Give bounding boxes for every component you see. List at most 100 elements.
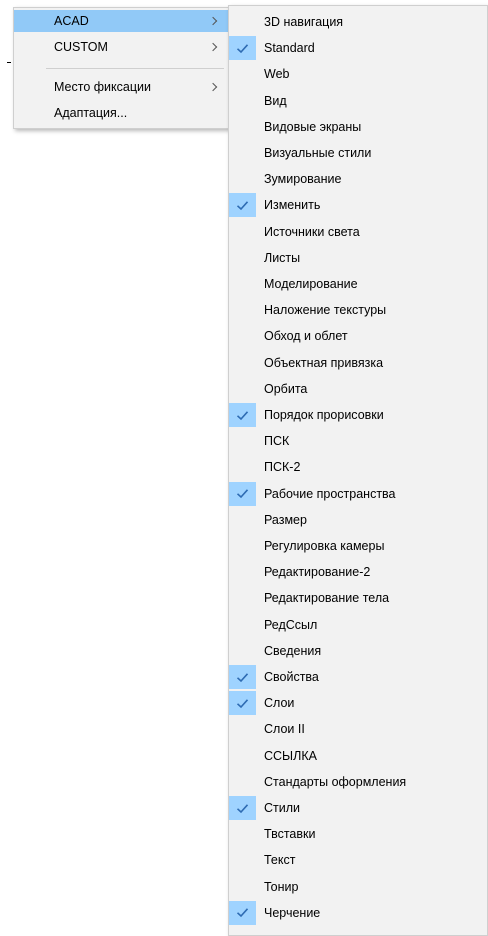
toolbar-toggle-item[interactable]: Обход и облет (229, 323, 487, 349)
check-column (229, 744, 256, 768)
menu-item-dock-location[interactable]: Место фиксации (14, 76, 228, 98)
check-column (229, 770, 256, 794)
check-column (229, 62, 256, 86)
toolbar-toggle-item[interactable]: Редактирование-2 (229, 559, 487, 585)
toolbar-toggle-item[interactable]: Редактирование тела (229, 585, 487, 611)
check-column (229, 10, 256, 34)
check-column (229, 272, 256, 296)
toolbar-toggle-item[interactable]: Стандарты оформления (229, 769, 487, 795)
toolbar-toggle-item[interactable]: Видовые экраны (229, 114, 487, 140)
toolbar-toggle-item[interactable]: Моделирование (229, 271, 487, 297)
check-column (229, 89, 256, 113)
toolbar-toggle-label: Источники света (264, 224, 360, 239)
check-column (229, 377, 256, 401)
check-column (229, 429, 256, 453)
toolbar-toggle-label: Черчение (264, 905, 321, 920)
toolbar-toggle-item[interactable]: Web (229, 61, 487, 87)
toolbar-toggle-label: РедСсыл (264, 617, 318, 632)
check-column (229, 875, 256, 899)
toolbar-toggle-label: Сведения (264, 643, 322, 658)
toolbar-toggle-item[interactable]: Орбита (229, 376, 487, 402)
toolbar-toggle-item[interactable]: Рабочие пространства (229, 481, 487, 507)
check-column (229, 481, 256, 506)
toolbar-toggle-label: Свойства (264, 670, 319, 684)
check-column (229, 613, 256, 637)
menu-item-custom[interactable]: CUSTOM (14, 36, 228, 58)
toolbar-toggle-label: Зумирование (264, 172, 342, 187)
toolbar-toggle-label: Standard (264, 41, 315, 56)
toolbar-toggle-label: Моделирование (264, 277, 358, 291)
check-column (229, 403, 256, 427)
toolbar-toggle-item[interactable]: 3D навигация (229, 9, 487, 35)
toolbar-toggle-label: Визуальные стили (264, 146, 372, 160)
check-column (229, 691, 256, 716)
check-column (229, 900, 256, 925)
toolbar-toggle-item[interactable]: Сведения (229, 638, 487, 664)
check-column (229, 141, 256, 165)
menu-item-customize[interactable]: Адаптация... (14, 102, 228, 124)
toolbar-toggle-item[interactable]: ПСК (229, 428, 487, 454)
menu-item-label: ACAD (54, 14, 89, 28)
toolbar-toggle-item[interactable]: Standard (229, 35, 487, 61)
toolbar-toggle-label: Регулировка камеры (264, 539, 385, 553)
checkmark-icon (236, 672, 249, 682)
toolbar-toggle-item[interactable]: РедСсыл (229, 612, 487, 638)
toolbar-toggle-item[interactable]: Наложение текстуры (229, 297, 487, 323)
toolbar-toggle-item[interactable]: Изменить (229, 192, 487, 218)
toolbar-toggle-item[interactable]: Тонир (229, 874, 487, 900)
check-column (229, 822, 256, 846)
check-column (229, 639, 256, 663)
check-column (229, 115, 256, 139)
check-column (229, 298, 256, 322)
toolbar-toggle-item[interactable]: Стили (229, 795, 487, 821)
toolbar-toggle-item[interactable]: Листы (229, 245, 487, 271)
chevron-right-icon (208, 82, 218, 92)
check-column (229, 455, 256, 479)
toolbar-toggle-label: Web (264, 67, 290, 82)
checkmark-icon (236, 908, 249, 918)
toolbar-toggle-item[interactable]: Слои II (229, 716, 487, 742)
toolbar-toggle-label: Стандарты оформления (264, 774, 407, 789)
menu-item-acad[interactable]: ACAD (14, 10, 228, 32)
check-column (229, 717, 256, 741)
toolbar-toggle-item[interactable]: Вид (229, 88, 487, 114)
toolbar-toggle-item[interactable]: ССЫЛКА (229, 743, 487, 769)
check-column (229, 36, 256, 61)
toolbar-toggle-label: Редактирование-2 (264, 565, 371, 580)
toolbar-toggle-label: ПСК-2 (264, 460, 301, 475)
check-column (229, 324, 256, 348)
toolbar-toggle-label: Наложение текстуры (264, 303, 387, 318)
toolbar-toggle-item[interactable]: Свойства (229, 664, 487, 690)
toolbar-toggle-item[interactable]: Порядок прорисовки (229, 402, 487, 428)
toolbar-toggle-item[interactable]: Слои (229, 690, 487, 716)
toolbar-toggle-item[interactable]: Источники света (229, 219, 487, 245)
toolbar-toggle-item[interactable]: Твставки (229, 821, 487, 847)
toolbar-toggle-label: Рабочие пространства (264, 486, 396, 501)
toolbar-toggle-item[interactable]: Объектная привязка (229, 350, 487, 376)
menu-item-label: Место фиксации (54, 80, 151, 94)
toolbar-toggle-item[interactable]: Текст (229, 847, 487, 873)
toolbar-toggle-item[interactable]: Зумирование (229, 166, 487, 192)
toolbar-toggle-label: Слои II (264, 722, 305, 737)
check-column (229, 351, 256, 375)
toolbar-toggle-label: Твставки (264, 827, 316, 842)
toolbar-toggle-label: Изменить (264, 198, 321, 213)
chevron-right-icon (208, 16, 218, 26)
check-column (229, 534, 256, 558)
checkmark-icon (236, 698, 249, 708)
check-column (229, 560, 256, 584)
check-column (229, 220, 256, 244)
checkmark-icon (236, 201, 249, 211)
toolbar-toggle-item[interactable]: ПСК-2 (229, 454, 487, 480)
toolbar-toggle-item[interactable]: Размер (229, 507, 487, 533)
check-column (229, 246, 256, 270)
check-column (229, 796, 256, 820)
toolbar-toggle-item[interactable]: Регулировка камеры (229, 533, 487, 559)
toolbar-toggle-item[interactable]: Черчение (229, 900, 487, 926)
toolbar-toggle-label: Орбита (264, 381, 308, 396)
toolbar-toggle-label: Обход и облет (264, 329, 348, 344)
toolbar-toggle-item[interactable]: Визуальные стили (229, 140, 487, 166)
background-mark (7, 62, 11, 63)
checkmark-icon (236, 43, 249, 53)
check-column (229, 586, 256, 610)
